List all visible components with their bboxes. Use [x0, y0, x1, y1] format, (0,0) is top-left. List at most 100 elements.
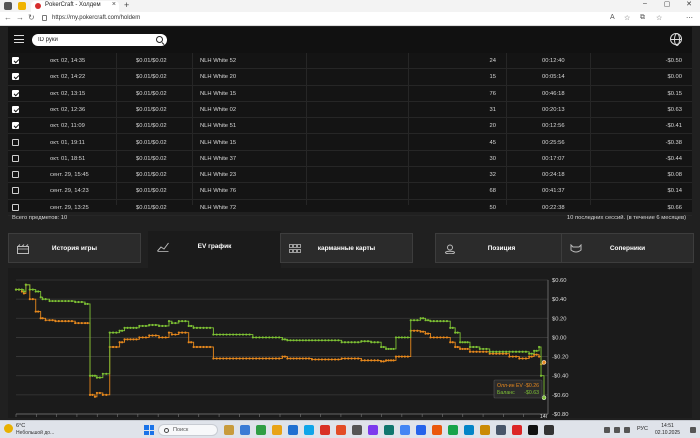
row-checkbox[interactable] [12, 187, 19, 195]
keyboard-language[interactable]: РУС [637, 426, 648, 432]
app-icon[interactable] [224, 425, 234, 435]
series-point [298, 339, 301, 342]
edge-icon[interactable] [304, 425, 314, 435]
row-checkbox[interactable] [12, 138, 19, 146]
series-point [397, 336, 401, 339]
taskbar-search[interactable]: Поиск [158, 424, 218, 436]
series-point [373, 359, 376, 362]
reading-mode-icon[interactable]: A [610, 14, 615, 21]
tab-position[interactable]: Позиция [435, 233, 568, 263]
table-row[interactable]: окт. 01, 19:11 $0.01/$0.02 NLH White 15 45 0… [8, 135, 692, 151]
row-checkbox[interactable] [12, 122, 19, 130]
tab-close-icon[interactable]: × [112, 1, 116, 8]
app-icon[interactable] [368, 425, 378, 435]
series-point [51, 299, 54, 303]
series-point [518, 357, 521, 360]
table-row[interactable]: окт. 02, 11:09 $0.01/$0.02 NLH White 51 20 0… [8, 118, 692, 135]
series-point [205, 345, 208, 349]
tab-label: Соперники [609, 245, 646, 252]
row-checkbox[interactable] [12, 89, 19, 97]
table-row[interactable]: сент. 29, 13:25 $0.01/$0.02 NLH White 72 50… [8, 200, 692, 216]
app-icon[interactable] [432, 425, 442, 435]
app-icon[interactable] [352, 425, 362, 435]
tab-pocket-cards[interactable]: карманные карты [280, 233, 413, 263]
series-point [67, 299, 70, 303]
series-point [241, 333, 245, 336]
chrome-icon[interactable] [400, 425, 410, 435]
app-icon[interactable] [288, 425, 298, 435]
app-icon[interactable] [336, 425, 346, 435]
favorite-star-icon[interactable]: ☆ [624, 14, 630, 22]
hand-id-input[interactable] [38, 35, 148, 45]
series-point [298, 357, 301, 360]
tray-app-icon[interactable] [624, 427, 630, 433]
series-point [403, 336, 406, 339]
row-checkbox[interactable] [12, 171, 19, 179]
file-explorer-icon[interactable] [272, 425, 282, 435]
series-point [419, 317, 422, 320]
app-icon[interactable] [512, 425, 522, 435]
row-checkbox[interactable] [12, 203, 19, 211]
row-checkbox[interactable] [12, 154, 19, 162]
maximize-icon[interactable]: ▢ [660, 0, 674, 8]
tray-chevron-icon[interactable] [604, 427, 610, 433]
tab-game-history[interactable]: История игры [8, 233, 141, 263]
series-point [192, 326, 195, 329]
profile-icon[interactable] [18, 2, 26, 10]
app-icon[interactable] [464, 425, 474, 435]
app-icon[interactable] [496, 425, 506, 435]
tray-app-icon[interactable] [614, 427, 620, 433]
notifications-icon[interactable] [690, 427, 696, 433]
cell-date: окт. 02, 14:35 [50, 58, 86, 64]
series-point [44, 319, 47, 322]
url-field[interactable]: https://my.pokercraft.com/holdem [40, 14, 600, 24]
table-row[interactable]: сент. 29, 15:45 $0.01/$0.02 NLH White 23 32… [8, 167, 692, 184]
table-row[interactable]: окт. 01, 18:51 $0.01/$0.02 NLH White 37 30 0… [8, 151, 692, 168]
hamburger-menu-icon[interactable] [14, 35, 24, 43]
row-checkbox[interactable] [12, 57, 19, 64]
app-icon[interactable] [320, 425, 330, 435]
forward-icon[interactable]: → [16, 13, 24, 22]
app-icon[interactable] [528, 425, 538, 435]
table-row[interactable]: окт. 02, 14:35 $0.01/$0.02 NLH White 52 24 0… [8, 53, 692, 70]
reload-icon[interactable]: ↻ [28, 13, 35, 22]
browser-tab[interactable]: PokerCraft - Холдем × [31, 1, 119, 12]
app-icon[interactable] [416, 425, 426, 435]
windows-start-icon[interactable] [144, 425, 154, 435]
favorites-icon[interactable]: ☆ [656, 14, 662, 22]
app-icon[interactable] [240, 425, 250, 435]
search-icon[interactable] [156, 36, 163, 43]
more-icon[interactable]: ⋯ [686, 14, 693, 22]
language-globe-icon[interactable] [670, 33, 682, 46]
back-icon[interactable]: ← [4, 13, 12, 22]
window-close-icon[interactable]: ✕ [682, 0, 696, 8]
extensions-icon[interactable]: ⧉ [640, 14, 645, 22]
table-row[interactable]: сент. 29, 14:23 $0.01/$0.02 NLH White 76 68… [8, 183, 692, 200]
clock[interactable]: 14:51 02.10.2025 [655, 423, 680, 436]
series-point [376, 341, 379, 344]
new-tab-icon[interactable]: + [124, 0, 129, 10]
windows-taskbar: 6°C Небольшой до... Поиск РУС 14:51 02.1… [0, 420, 700, 438]
series-point [190, 324, 193, 328]
app-icon[interactable] [384, 425, 394, 435]
series-point [126, 338, 129, 341]
table-row[interactable]: окт. 02, 12:36 $0.01/$0.02 NLH White 02 31 0… [8, 102, 692, 119]
app-icon[interactable] [544, 425, 554, 435]
series-point [445, 336, 449, 339]
row-checkbox[interactable] [12, 73, 19, 81]
table-row[interactable]: окт. 02, 13:15 $0.01/$0.02 NLH White 15 76 0… [8, 86, 692, 102]
series-point [289, 339, 292, 342]
series-point [95, 376, 99, 379]
tab-ev-chart[interactable]: EV график [148, 231, 281, 268]
weather-icon[interactable] [4, 424, 13, 433]
table-row[interactable]: окт. 02, 14:22 $0.01/$0.02 NLH White 20 15 0… [8, 69, 692, 86]
minimize-icon[interactable]: – [638, 0, 652, 7]
app-icon[interactable] [256, 425, 266, 435]
browser-menu-icon[interactable] [4, 2, 12, 10]
cell-table-name: NLH White 52 [200, 58, 237, 64]
app-icon[interactable] [480, 425, 490, 435]
row-checkbox[interactable] [12, 105, 19, 113]
ev-chart[interactable]: $0.60 $0.40 $0.20 $0.00 -$0.20 -$0.40 -$0.60 -$… [8, 268, 692, 418]
tab-opponents[interactable]: Соперники [561, 233, 694, 263]
app-icon[interactable] [448, 425, 458, 435]
